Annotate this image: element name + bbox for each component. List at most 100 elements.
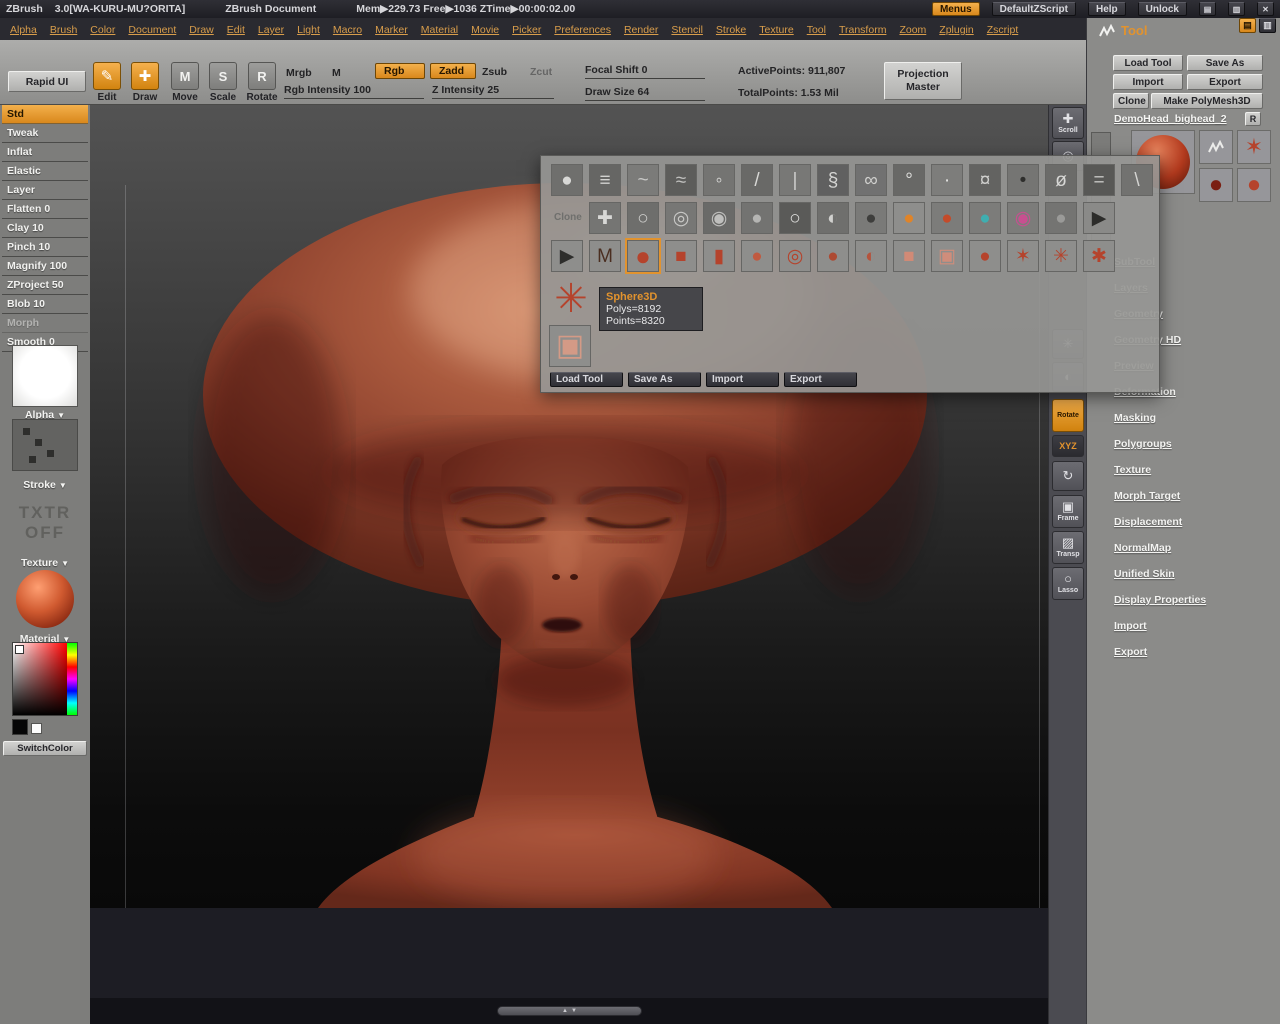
rotate-button[interactable]: R Rotate — [243, 62, 281, 103]
gray-material-ball-icon[interactable]: ● — [1045, 202, 1077, 234]
menu-item[interactable]: Edit — [227, 20, 245, 38]
soft-circle-alpha-icon[interactable]: ○ — [627, 202, 659, 234]
gradient-circle-alpha-icon[interactable]: ◐ — [817, 202, 849, 234]
scroll-down-icon[interactable]: ▼ — [571, 1008, 577, 1014]
plane3d-rounded-tool-icon[interactable]: ▣ — [931, 240, 963, 272]
menu-item[interactable]: Preferences — [554, 20, 611, 38]
scroll-hand-button[interactable]: ✚ Scroll — [1052, 107, 1084, 139]
halo-circle-alpha-icon[interactable]: ○ — [779, 202, 811, 234]
marker-dab-icon[interactable]: = — [1083, 164, 1115, 196]
cube3d-tool-icon[interactable]: ■ — [665, 240, 697, 272]
sculpt-brush-item[interactable]: ZProject 50 — [2, 276, 88, 295]
zsub-button[interactable]: Zsub — [482, 66, 507, 78]
hook-stroke-icon[interactable]: ° — [893, 164, 925, 196]
helix3d-tool-icon[interactable]: ✱ — [1083, 240, 1115, 272]
splatter-brush-icon[interactable]: • — [1007, 164, 1039, 196]
draw-size-slider[interactable]: Draw Size 64 — [585, 86, 705, 101]
edit-button[interactable]: ✎ Edit — [88, 62, 126, 103]
material-preview-sphere[interactable] — [16, 570, 74, 628]
scroll-up-icon[interactable]: ▲ — [562, 1008, 568, 1014]
menu-item[interactable]: Tool — [807, 20, 826, 38]
make-polymesh3d-button[interactable]: Make PolyMesh3D — [1151, 93, 1263, 109]
move-button[interactable]: M Move — [166, 62, 204, 103]
menu-item[interactable]: Stroke — [716, 20, 746, 38]
projection-master-button[interactable]: Projection Master — [884, 62, 962, 100]
lasso-button[interactable]: ○ Lasso — [1052, 567, 1084, 600]
snake-stroke-icon[interactable]: § — [817, 164, 849, 196]
teal-material-ball-icon[interactable]: ● — [969, 202, 1001, 234]
tool-palette-header[interactable]: Tool — [1099, 23, 1147, 38]
menu-item[interactable]: Texture — [759, 20, 793, 38]
sculpt-brush-item[interactable]: Pinch 10 — [2, 238, 88, 257]
star3d-thumb[interactable]: ✶ — [1237, 130, 1271, 164]
main-color-swatch[interactable] — [12, 719, 28, 735]
popup-action-button[interactable]: Import — [706, 372, 779, 387]
menu-item[interactable]: Zoom — [899, 20, 926, 38]
subpalette-item[interactable]: Export — [1114, 646, 1206, 672]
rapid-ui-button[interactable]: Rapid UI — [8, 71, 86, 92]
smudge-brush-icon[interactable]: ≈ — [665, 164, 697, 196]
draw-button[interactable]: ✚ Draw — [126, 62, 164, 103]
dot-brush-icon[interactable]: ● — [551, 164, 583, 196]
polymesh3d-tool-icon[interactable]: ▣ — [549, 325, 591, 367]
sculpt-brush-item[interactable]: Blob 10 — [2, 295, 88, 314]
help-button[interactable]: Help — [1087, 2, 1126, 16]
switch-color-button[interactable]: SwitchColor — [3, 741, 87, 756]
orange-material-ball-icon[interactable]: ● — [893, 202, 925, 234]
popup-action-button[interactable]: Save As — [628, 372, 701, 387]
rotate-mode-button[interactable]: Rotate — [1052, 399, 1084, 432]
unlock-button[interactable]: Unlock — [1137, 2, 1187, 16]
zcut-button[interactable]: Zcut — [530, 66, 552, 78]
menu-item[interactable]: Draw — [189, 20, 214, 38]
soft-round-brush-icon[interactable]: ◦ — [703, 164, 735, 196]
knife-stroke-icon[interactable]: / — [741, 164, 773, 196]
red-material-ball-icon[interactable]: ● — [931, 202, 963, 234]
star3d-tool-icon[interactable]: ✶ — [1007, 240, 1039, 272]
save-as-button[interactable]: Save As — [1187, 55, 1263, 71]
brush-tool-thumb[interactable] — [1199, 130, 1233, 164]
import-button[interactable]: Import — [1113, 74, 1183, 90]
layer-stack-brush-icon[interactable]: ≡ — [589, 164, 621, 196]
sculpt-brush-item[interactable]: Clay 10 — [2, 219, 88, 238]
ring3d-tool-icon[interactable]: ◎ — [779, 240, 811, 272]
menu-item[interactable]: Zplugin — [939, 20, 973, 38]
scroll-right-icon[interactable]: ▶ — [1083, 202, 1115, 234]
menu-item[interactable]: Material — [421, 20, 458, 38]
clone-target-icon[interactable]: ✚ — [589, 202, 621, 234]
curve-stroke-icon[interactable]: \ — [1121, 164, 1153, 196]
subpalette-item[interactable]: Displacement — [1114, 516, 1206, 542]
hue-strip[interactable] — [67, 643, 77, 715]
subpalette-item[interactable]: Unified Skin — [1114, 568, 1206, 594]
sculpt-brush-item[interactable]: Tweak — [2, 124, 88, 143]
menu-item[interactable]: Marker — [375, 20, 408, 38]
menu-item[interactable]: Picker — [512, 20, 541, 38]
subpalette-item[interactable]: Masking — [1114, 412, 1206, 438]
sphere3d-tool-icon[interactable]: ● — [625, 238, 661, 274]
fine-line-brush-icon[interactable]: · — [931, 164, 963, 196]
texture-selector[interactable]: Texture ▼ — [0, 557, 90, 569]
sculpt-brush-item[interactable]: Layer — [2, 181, 88, 200]
fiber-brush-icon[interactable]: | — [779, 164, 811, 196]
insert-arrow-icon[interactable]: ▶ — [551, 240, 583, 272]
hard-circle-alpha-icon[interactable]: ● — [741, 202, 773, 234]
restore-ui-icon[interactable]: ▥ — [1228, 2, 1245, 16]
export-button[interactable]: Export — [1187, 74, 1263, 90]
clone-button[interactable]: Clone — [1113, 93, 1149, 109]
popup-action-button[interactable]: Export — [784, 372, 857, 387]
xyz-axis-button[interactable]: XYZ — [1052, 435, 1084, 457]
z-intensity-slider[interactable]: Z Intensity 25 — [432, 84, 554, 99]
tray-toggle-icon[interactable]: ▤ — [1239, 18, 1256, 33]
sculpt-brush-item[interactable]: Magnify 100 — [2, 257, 88, 276]
restore-config-button[interactable]: R — [1245, 112, 1261, 126]
zadd-button[interactable]: Zadd — [430, 63, 476, 79]
menu-item[interactable]: Zscript — [987, 20, 1019, 38]
zoom-ui-icon[interactable]: ▤ — [1199, 2, 1216, 16]
subpalette-item[interactable]: NormalMap — [1114, 542, 1206, 568]
wave-stroke-icon[interactable]: ∞ — [855, 164, 887, 196]
menu-item[interactable]: Render — [624, 20, 658, 38]
menu-item[interactable]: Movie — [471, 20, 499, 38]
blob-tool-icon[interactable]: ◐ — [855, 240, 887, 272]
alpha-preview[interactable] — [12, 345, 78, 407]
scale-button[interactable]: S Scale — [204, 62, 242, 103]
frame-button[interactable]: ▣ Frame — [1052, 495, 1084, 528]
